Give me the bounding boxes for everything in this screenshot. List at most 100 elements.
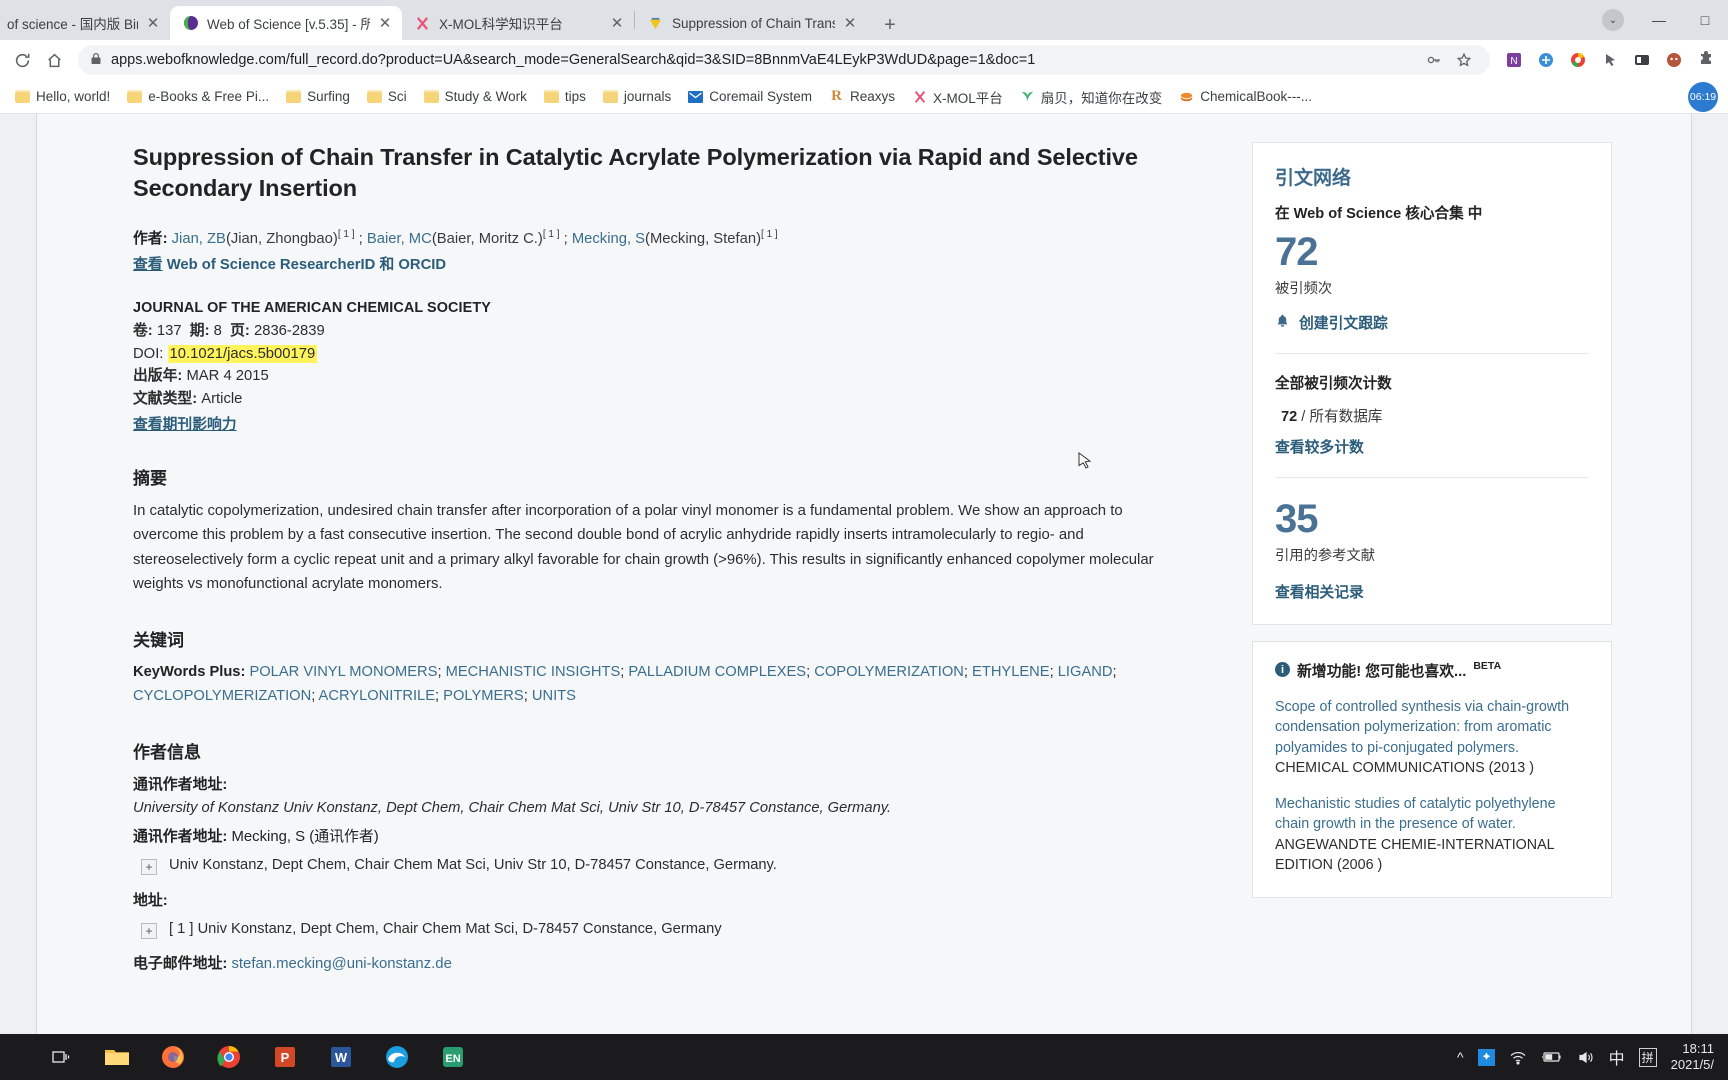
close-icon[interactable]: ✕: [610, 14, 624, 32]
extension-colorwheel-icon[interactable]: [1564, 46, 1592, 74]
cited-references-count: 35: [1275, 497, 1319, 541]
folder-icon: [423, 90, 439, 103]
bookmark-item[interactable]: X-MOL平台: [905, 84, 1010, 110]
keyword-link[interactable]: CYCLOPOLYMERIZATION: [133, 688, 311, 704]
keyword-link[interactable]: ACRYLONITRILE: [319, 688, 435, 704]
ime-pinyin-icon[interactable]: 拼: [1638, 1047, 1657, 1067]
minimize-button[interactable]: —: [1636, 0, 1682, 40]
browser-tab-web-of-science[interactable]: Web of Science [v.5.35] - 所有 ✕: [170, 6, 402, 40]
clock-badge[interactable]: 06:19: [1688, 82, 1718, 112]
keyword-link[interactable]: UNITS: [532, 688, 576, 704]
bookmark-item[interactable]: ChemicalBook---...: [1172, 86, 1319, 107]
close-icon[interactable]: ✕: [378, 14, 392, 32]
taskbar-clock[interactable]: 18:11 2021/5/: [1671, 1041, 1714, 1074]
keyword-link[interactable]: PALLADIUM COMPLEXES: [628, 664, 806, 680]
bookmark-item[interactable]: R Reaxys: [822, 86, 902, 107]
pubyear-value: MAR 4 2015: [186, 368, 269, 385]
xmol-icon: [912, 89, 927, 104]
maximize-button[interactable]: □: [1682, 0, 1728, 40]
reprint-author-label: 通讯作者地址:: [133, 829, 228, 846]
bookmark-item[interactable]: tips: [537, 86, 593, 107]
word-icon[interactable]: W: [314, 1034, 368, 1080]
reprint-address-label: 通讯作者地址:: [133, 777, 228, 794]
keyword-link[interactable]: POLAR VINYL MONOMERS: [249, 664, 437, 680]
author-link[interactable]: Baier, MC: [367, 230, 432, 246]
author-information-heading: 作者信息: [133, 743, 201, 763]
chevron-up-icon[interactable]: ^: [1457, 1049, 1464, 1065]
lock-icon: [90, 52, 102, 69]
task-view-icon[interactable]: [34, 1034, 88, 1080]
keyword-link[interactable]: COPOLYMERIZATION: [814, 664, 964, 680]
reload-icon[interactable]: [8, 46, 36, 74]
plus-icon[interactable]: +: [141, 859, 157, 876]
bookmark-star-icon[interactable]: [1450, 46, 1478, 74]
bookmark-item[interactable]: Study & Work: [417, 86, 534, 107]
bookmark-label: Study & Work: [444, 89, 527, 104]
svg-text:P: P: [281, 1050, 290, 1065]
address-bar-url: apps.webofknowledge.com/full_record.do?p…: [111, 52, 1036, 68]
close-icon[interactable]: ✕: [843, 14, 857, 32]
wifi-icon[interactable]: [1509, 1050, 1527, 1065]
author-link[interactable]: Jian, ZB: [172, 230, 226, 246]
recommendation-title[interactable]: Scope of controlled synthesis via chain-…: [1275, 697, 1589, 758]
ime-mode-icon[interactable]: 中: [1609, 1045, 1625, 1069]
keyword-link[interactable]: MECHANISTIC INSIGHTS: [446, 664, 621, 680]
view-related-records-link[interactable]: 查看相关记录: [1275, 581, 1589, 602]
recommendation-item[interactable]: Mechanistic studies of catalytic polyeth…: [1275, 794, 1589, 875]
bookmark-item[interactable]: Surfing: [279, 86, 357, 107]
author-full: (Baier, Moritz C.): [431, 230, 543, 247]
tab-search-button[interactable]: ⌄: [1590, 0, 1636, 40]
create-citation-alert-button[interactable]: 创建引文跟踪: [1275, 312, 1589, 333]
bookmark-item[interactable]: Hello, world!: [8, 86, 117, 107]
email-link[interactable]: stefan.mecking@uni-konstanz.de: [231, 956, 451, 972]
journal-impact-link[interactable]: 查看期刊影响力: [133, 413, 1222, 434]
address-bar[interactable]: apps.webofknowledge.com/full_record.do?p…: [78, 45, 1490, 75]
folder-icon: [602, 90, 618, 103]
extension-monkey-icon[interactable]: [1660, 46, 1688, 74]
keyword-link[interactable]: LIGAND: [1058, 664, 1113, 680]
chrome-icon[interactable]: [202, 1034, 256, 1080]
home-icon[interactable]: [40, 46, 68, 74]
researcherid-orcid-link[interactable]: 查看 Web of Science ResearcherID 和 ORCID: [133, 253, 1222, 274]
recommendation-title[interactable]: Mechanistic studies of catalytic polyeth…: [1275, 794, 1589, 835]
new-tab-button[interactable]: +: [873, 10, 907, 40]
browser-tab-xmol[interactable]: X-MOL科学知识平台 ✕: [402, 6, 634, 40]
tab-title: Web of Science [v.5.35] - 所有: [207, 17, 370, 32]
bookmark-item[interactable]: 扇贝，知道你在改变: [1013, 84, 1170, 110]
key-icon[interactable]: [1420, 46, 1448, 74]
extension-onenote-icon[interactable]: N: [1500, 46, 1528, 74]
extension-dark-icon[interactable]: [1628, 46, 1656, 74]
reprint-address-value: University of Konstanz Univ Konstanz, De…: [133, 800, 892, 817]
author-link[interactable]: Mecking, S: [572, 230, 645, 246]
extension-blue-icon[interactable]: [1532, 46, 1560, 74]
bookmark-item[interactable]: journals: [596, 86, 678, 107]
bookmark-label: tips: [564, 89, 586, 104]
reprint-address-expand-row[interactable]: + Univ Konstanz, Dept Chem, Chair Chem M…: [141, 857, 1222, 876]
bookmark-item[interactable]: e-Books & Free Pi...: [120, 86, 276, 107]
chevron-down-icon[interactable]: ⌄: [1602, 9, 1624, 31]
onedrive-icon[interactable]: [1477, 1048, 1495, 1066]
all-databases-count: 72: [1281, 409, 1298, 425]
close-icon[interactable]: ✕: [146, 14, 160, 32]
address-expand-row[interactable]: + [ 1 ] Univ Konstanz, Dept Chem, Chair …: [141, 921, 1222, 940]
view-more-counts-link[interactable]: 查看较多计数: [1275, 436, 1589, 457]
bookmark-item[interactable]: Coremail System: [681, 86, 819, 107]
keyword-link[interactable]: POLYMERS: [443, 688, 524, 704]
folder-icon: [15, 90, 30, 103]
browser-tab-acs-article[interactable]: Suppression of Chain Transfer ✕: [635, 6, 867, 40]
firefox-icon[interactable]: [146, 1034, 200, 1080]
extensions-puzzle-icon[interactable]: [1692, 46, 1720, 74]
browser-tab-bing[interactable]: of science - 国内版 Bing ✕: [0, 6, 170, 40]
file-explorer-icon[interactable]: [90, 1034, 144, 1080]
edge-icon[interactable]: [370, 1034, 424, 1080]
eudic-icon[interactable]: EN: [426, 1034, 480, 1080]
recommendation-item[interactable]: Scope of controlled synthesis via chain-…: [1275, 697, 1589, 778]
xmol-icon: [414, 15, 431, 32]
volume-icon[interactable]: [1577, 1050, 1595, 1065]
bookmark-item[interactable]: Sci: [360, 86, 414, 107]
battery-icon[interactable]: [1541, 1050, 1563, 1064]
plus-icon[interactable]: +: [141, 923, 157, 940]
powerpoint-icon[interactable]: P: [258, 1034, 312, 1080]
extension-cursor-icon[interactable]: [1596, 46, 1624, 74]
keyword-link[interactable]: ETHYLENE: [972, 664, 1050, 680]
